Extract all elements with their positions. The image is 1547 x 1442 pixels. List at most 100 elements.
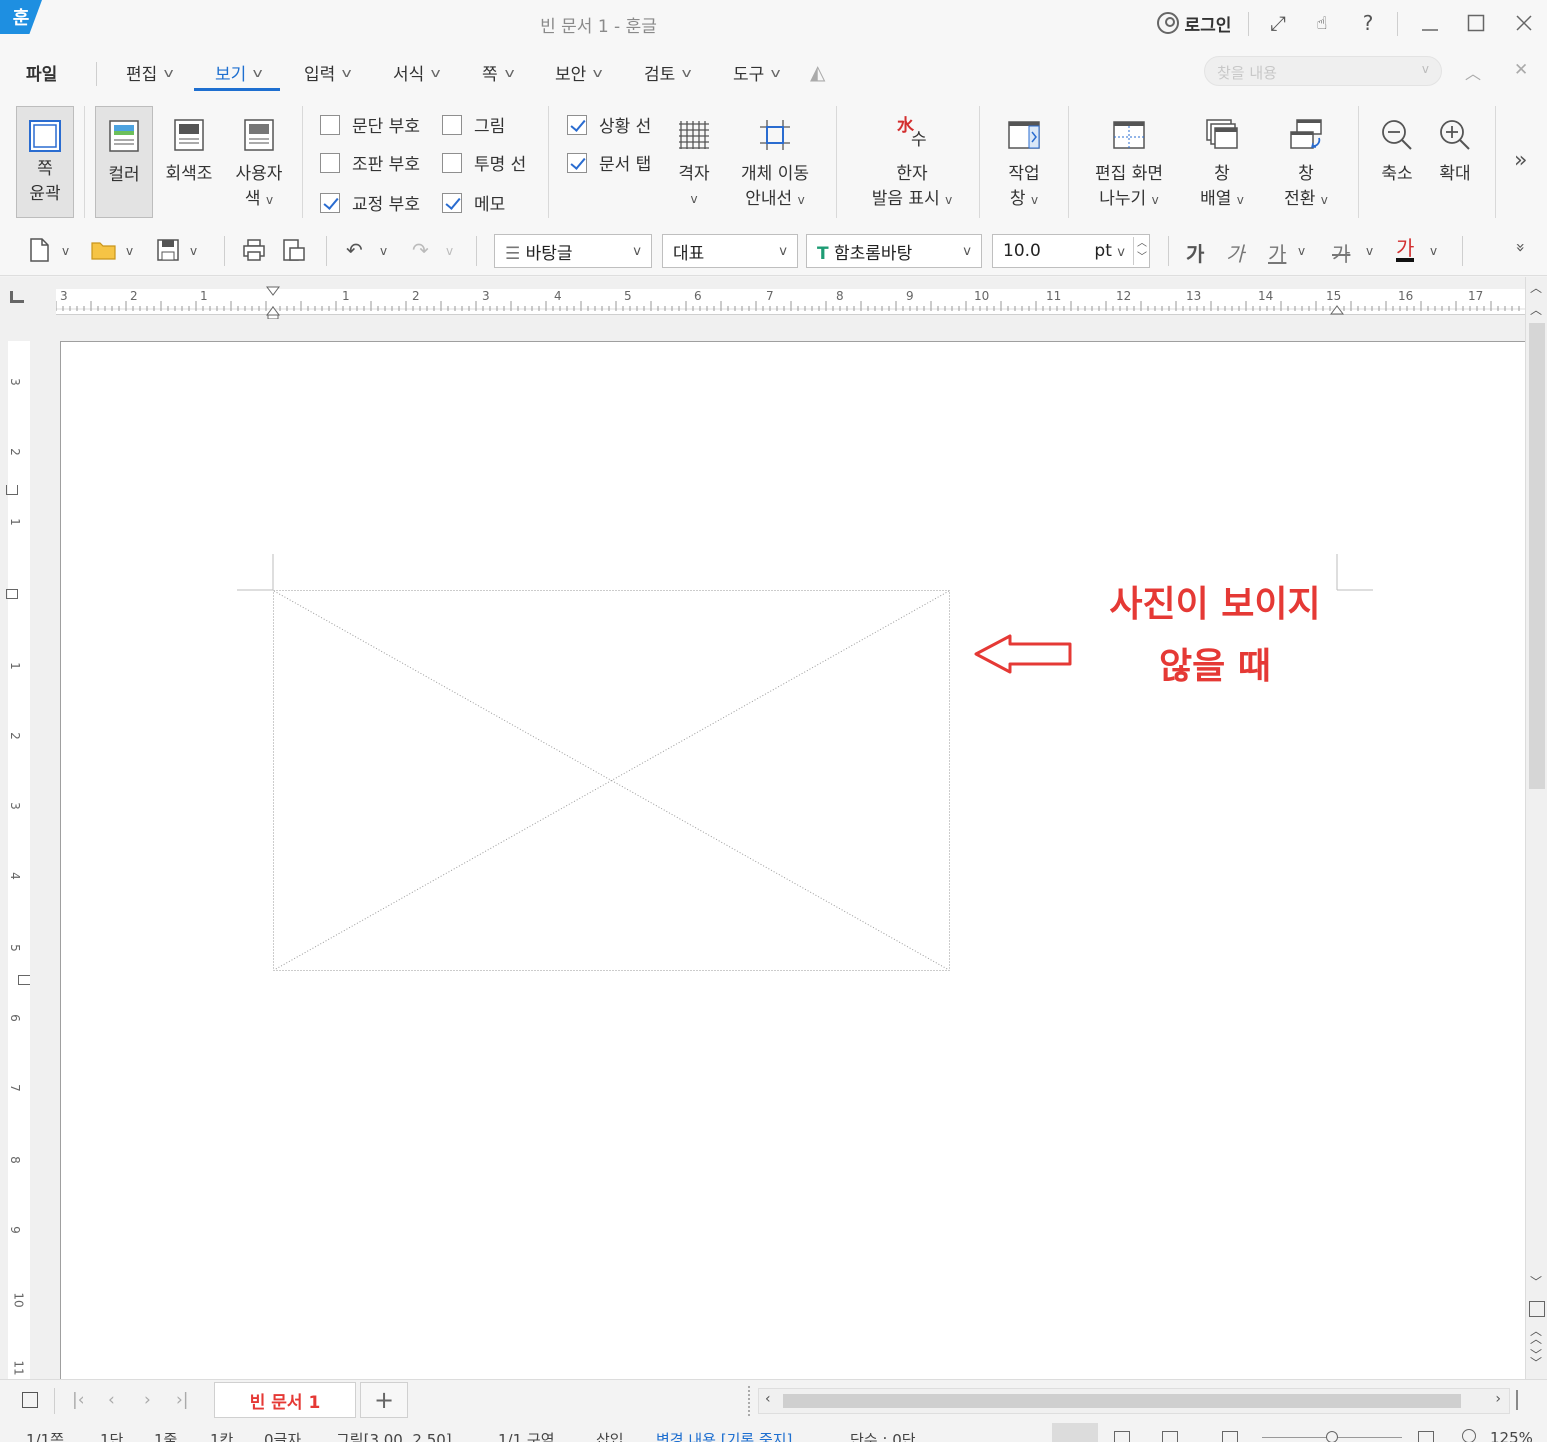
chevron-up-icon[interactable]: ︿ (1530, 301, 1542, 318)
vertical-scrollbar[interactable]: ︿ ︿ ﹀ ︿ ︿ ﹀ ﹀ (1525, 277, 1547, 1379)
close-search-icon[interactable]: ✕ (1514, 60, 1528, 80)
checkbox-status-lines[interactable]: 상황 선 (567, 112, 651, 137)
chevron-down-icon[interactable]: v (1430, 244, 1437, 258)
ruler-scale[interactable]: 3 2 1 1 2 3 4 5 6 7 8 9 10 11 12 13 14 15 16 17 (56, 286, 1525, 319)
zoom-out-button[interactable]: 축소 (1370, 106, 1424, 218)
grid-button[interactable]: 격자 v (666, 106, 722, 218)
font-color-button[interactable]: 가 (1396, 238, 1415, 262)
checkbox-paragraph-marks[interactable]: 문단 부호 (320, 112, 420, 137)
zoom-icon[interactable] (1462, 1429, 1476, 1442)
search-input[interactable]: 찾을 내용 v (1204, 56, 1442, 86)
last-tab-icon[interactable]: ›| (176, 1390, 189, 1410)
document-page[interactable]: 사진이 보이지 않을 때 (60, 341, 1525, 1379)
checkbox-memo[interactable]: 메모 (442, 190, 505, 215)
ribbon-more-icon[interactable]: » (1514, 148, 1527, 173)
horizontal-scrollbar[interactable]: ‹ › (758, 1388, 1510, 1414)
split-view-button[interactable]: 편집 화면 나누기 v (1084, 106, 1174, 218)
indent-marker-icon[interactable] (264, 285, 284, 319)
tab-security[interactable]: 보안 v (555, 60, 603, 85)
status-page[interactable]: 1/1쪽 (26, 1429, 64, 1442)
save-icon[interactable] (156, 238, 180, 267)
language-select[interactable]: 대표 v (662, 234, 798, 268)
arrange-windows-button[interactable]: 창 배열 v (1192, 106, 1252, 218)
first-tab-icon[interactable]: |‹ (72, 1390, 85, 1410)
tab-insert[interactable]: 입력 v (304, 60, 352, 85)
checkbox-layout-marks[interactable]: 조판 부호 (320, 150, 420, 175)
chevron-down-icon[interactable]: v (446, 244, 453, 258)
status-track-changes[interactable]: 변경 내용 [기록 중지] (656, 1429, 792, 1442)
shapes-icon[interactable]: ◭ (810, 60, 825, 84)
prev-tab-icon[interactable]: ‹ (108, 1390, 115, 1410)
color-view-button[interactable]: 컬러 (95, 106, 153, 218)
object-guide-button[interactable]: 개체 이동 안내선 v (730, 106, 820, 218)
open-folder-icon[interactable] (90, 238, 118, 267)
chevron-down-icon[interactable]: v (1298, 244, 1305, 258)
underline-button[interactable]: 가 (1268, 238, 1286, 267)
italic-button[interactable]: 가 (1226, 238, 1244, 267)
redo-icon[interactable]: ↷ (412, 238, 429, 262)
next-page-icon[interactable]: ﹀ ﹀ (1530, 1349, 1542, 1369)
zoom-in-button[interactable]: 확대 (1428, 106, 1482, 218)
tab-list-icon[interactable] (22, 1392, 38, 1408)
task-pane-button[interactable]: 작업 창 v (994, 106, 1054, 218)
full-page-view-icon[interactable] (1162, 1431, 1178, 1442)
page-view-icon[interactable] (1529, 1301, 1545, 1317)
web-view-icon[interactable] (1114, 1431, 1130, 1442)
tab-format[interactable]: 서식 v (393, 60, 441, 85)
close-button[interactable] (1508, 10, 1540, 36)
checkbox-document-tabs[interactable]: 문서 탭 (567, 150, 651, 175)
next-tab-icon[interactable]: › (144, 1390, 151, 1410)
zoom-slider-thumb[interactable] (1326, 1431, 1338, 1442)
print-icon[interactable] (242, 238, 266, 267)
tab-type-icon[interactable] (10, 291, 24, 303)
toolbar-more-icon[interactable]: » (1511, 243, 1530, 253)
bold-button[interactable]: 가 (1186, 238, 1204, 267)
tab-view[interactable]: 보기 v (215, 60, 263, 85)
bottom-margin-marker-icon[interactable] (18, 975, 30, 985)
touch-mode-icon[interactable]: ☝ (1308, 10, 1336, 36)
chevron-right-icon[interactable]: › (1495, 1391, 1501, 1407)
chevron-down-icon[interactable]: v (62, 244, 69, 258)
chevron-down-icon[interactable]: v (380, 244, 387, 258)
undo-icon[interactable]: ↶ (346, 238, 363, 262)
login-button[interactable]: 로그인 (1150, 10, 1238, 36)
expand-icon[interactable]: ⤢ (1264, 10, 1292, 36)
previous-page-icon[interactable]: ︿ ︿ (1530, 1325, 1542, 1345)
help-button[interactable]: ? (1354, 10, 1382, 36)
font-select[interactable]: T 함초롬바탕 v (806, 234, 982, 268)
fit-page-icon[interactable] (1418, 1431, 1434, 1442)
grayscale-button[interactable]: 회색조 (160, 106, 218, 218)
tab-review[interactable]: 검토 v (644, 60, 692, 85)
checkbox-picture[interactable]: 그림 (442, 112, 505, 137)
tab-page[interactable]: 쪽v (482, 60, 514, 85)
hanja-pronunciation-button[interactable]: 水 수 한자 발음 표시 v (860, 106, 964, 218)
scrollbar-thumb[interactable] (1529, 323, 1545, 789)
checkbox-transparent-lines[interactable]: 투명 선 (442, 150, 526, 175)
document-tab[interactable]: 빈 문서 1 (214, 1382, 356, 1418)
chevron-up-icon[interactable]: ︿ (1530, 279, 1542, 296)
chevron-down-icon[interactable]: v (126, 244, 133, 258)
minimize-button[interactable] (1414, 10, 1446, 36)
right-indent-marker-icon[interactable] (1330, 303, 1344, 315)
chevron-down-icon[interactable]: v (190, 244, 197, 258)
tab-edit[interactable]: 편집 v (126, 60, 174, 85)
size-stepper-icon[interactable]: ︿ ﹀ (1133, 237, 1147, 265)
two-page-view-icon[interactable] (1222, 1431, 1238, 1442)
font-size-input[interactable]: 10.0 pt v ︿ ﹀ (992, 234, 1150, 268)
tab-tools[interactable]: 도구 v (733, 60, 781, 85)
normal-view-button[interactable] (1052, 1423, 1098, 1442)
strikethrough-button[interactable]: 가 (1332, 238, 1350, 267)
document-area[interactable]: 사진이 보이지 않을 때 (40, 321, 1525, 1379)
chevron-left-icon[interactable]: ‹ (765, 1391, 771, 1407)
chevron-down-icon[interactable]: v (1366, 244, 1373, 258)
splitter-handle[interactable] (748, 1386, 754, 1416)
user-color-button[interactable]: 사용자 색 v (228, 106, 290, 218)
file-menu[interactable]: 파일 (26, 60, 57, 85)
top-margin-marker-icon[interactable] (6, 485, 18, 495)
status-insert-mode[interactable]: 삽입 (596, 1429, 624, 1442)
broken-picture-placeholder[interactable] (273, 590, 950, 971)
style-select[interactable]: ☰ 바탕글 v (494, 234, 652, 268)
paragraph-marker-icon[interactable] (6, 589, 18, 599)
new-document-icon[interactable] (28, 238, 50, 267)
chevron-up-icon[interactable]: ︿ (1465, 60, 1481, 84)
